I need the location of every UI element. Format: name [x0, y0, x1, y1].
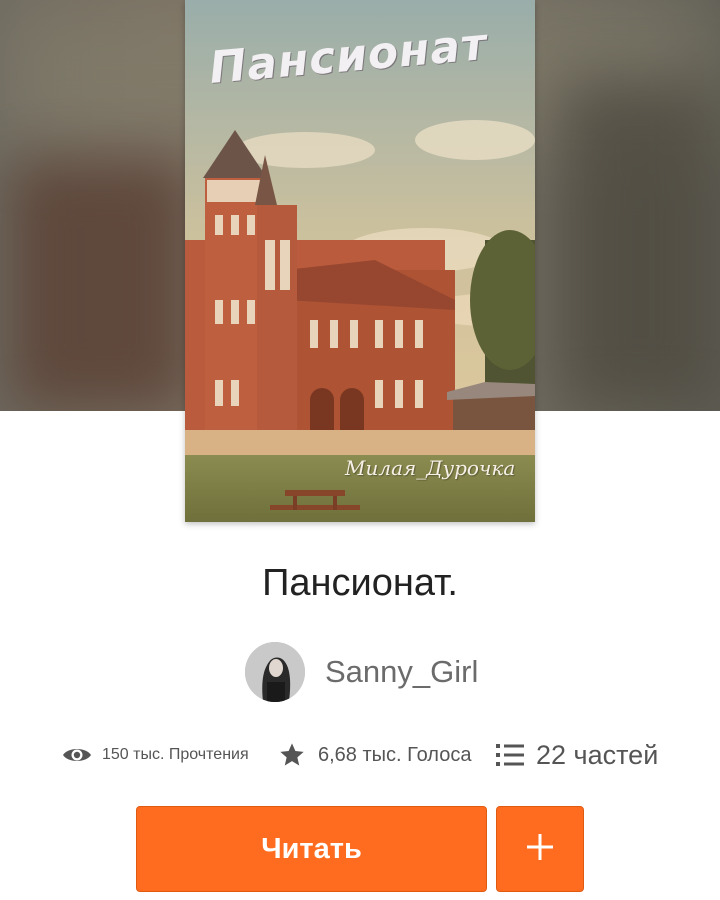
views-count: 150 тыс. Прочтения [102, 746, 249, 763]
cover-watermark: Милая_Дурочка [345, 456, 516, 480]
list-icon [496, 742, 524, 768]
read-button[interactable]: Читать [136, 806, 487, 892]
add-to-library-button[interactable] [496, 806, 584, 892]
parts-count[interactable]: 22 частей [536, 740, 658, 771]
avatar[interactable] [245, 642, 305, 702]
votes-count: 6,68 тыс. Голоса [318, 743, 472, 766]
author-name[interactable]: Sanny_Girl [325, 654, 478, 690]
votes-stat: 6,68 тыс. Голоса [278, 735, 471, 775]
story-title: Пансионат. [262, 562, 458, 604]
eye-icon [62, 745, 92, 765]
story-stats: 150 тыс. Прочтения 6,68 тыс. Голоса 22 ч… [0, 735, 720, 775]
story-cover[interactable]: Пансионат Милая_Дурочка [185, 0, 535, 522]
plus-icon [526, 833, 554, 865]
parts-stat[interactable]: 22 частей [496, 735, 658, 775]
author-link[interactable]: Sanny_Girl [245, 642, 478, 702]
star-icon [278, 741, 306, 769]
views-stat: 150 тыс. Прочтения [62, 735, 249, 775]
avatar-image [245, 642, 305, 702]
